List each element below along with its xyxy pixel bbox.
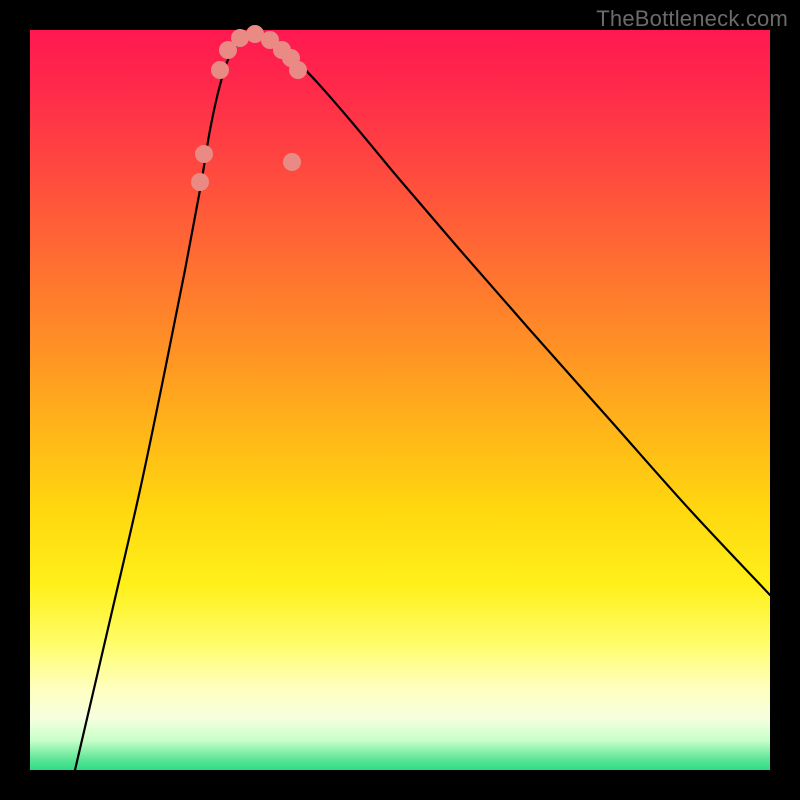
data-marker: [191, 173, 209, 191]
data-marker: [195, 145, 213, 163]
data-marker: [289, 61, 307, 79]
watermark-text: TheBottleneck.com: [596, 6, 788, 32]
data-marker: [283, 153, 301, 171]
plot-area: [30, 30, 770, 770]
marker-group: [191, 25, 307, 191]
bottleneck-curve: [75, 34, 770, 770]
data-marker: [211, 61, 229, 79]
chart-frame: TheBottleneck.com: [0, 0, 800, 800]
curve-svg: [30, 30, 770, 770]
